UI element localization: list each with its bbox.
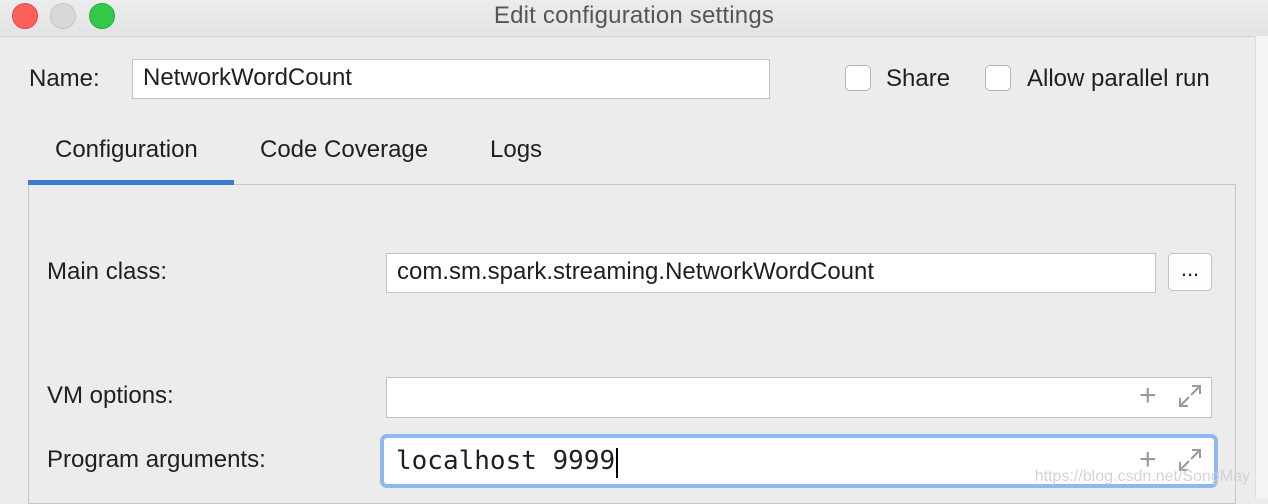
main-class-label: Main class: <box>47 258 168 285</box>
name-label: Name: <box>29 65 100 92</box>
title-bar: Edit configuration settings <box>0 0 1268 37</box>
allow-parallel-run-checkbox[interactable] <box>985 65 1011 91</box>
allow-parallel-run-label[interactable]: Allow parallel run <box>1027 65 1210 93</box>
scrollbar-track[interactable] <box>1255 36 1268 498</box>
vm-options-label: VM options: <box>47 382 174 409</box>
name-input[interactable]: NetworkWordCount <box>132 59 770 99</box>
share-checkbox[interactable] <box>845 65 871 91</box>
tab-code-coverage[interactable]: Code Coverage <box>260 136 428 164</box>
plus-icon[interactable]: + <box>1139 381 1157 411</box>
tab-configuration[interactable]: Configuration <box>55 136 198 164</box>
expand-icon[interactable] <box>1177 383 1203 409</box>
main-class-input[interactable]: com.sm.spark.streaming.NetworkWordCount <box>386 253 1156 293</box>
browse-button[interactable]: ... <box>1168 253 1212 291</box>
tab-logs[interactable]: Logs <box>490 136 542 164</box>
text-caret <box>616 447 619 478</box>
vm-options-input[interactable] <box>386 377 1212 418</box>
program-arguments-label: Program arguments: <box>47 446 266 473</box>
active-tab-indicator <box>28 180 234 185</box>
share-label[interactable]: Share <box>886 65 950 93</box>
program-arguments-value: localhost 9999 <box>396 446 616 476</box>
watermark: https://blog.csdn.net/SongMay <box>1034 468 1250 485</box>
window-title: Edit configuration settings <box>493 2 775 29</box>
